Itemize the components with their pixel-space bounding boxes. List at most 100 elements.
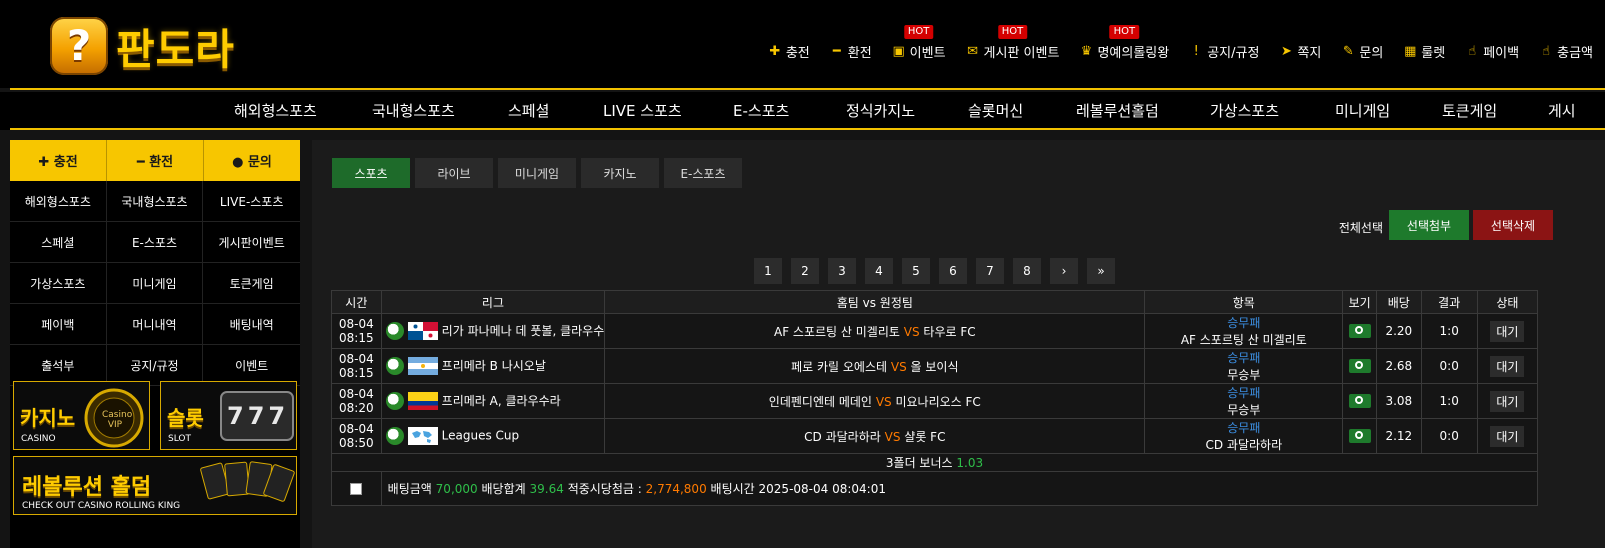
bet-amount-label: 배팅금액: [387, 482, 432, 496]
eye-icon[interactable]: [1348, 359, 1371, 374]
page-button[interactable]: 7: [976, 258, 1004, 284]
eye-icon[interactable]: [1348, 324, 1371, 339]
sidebar-inquiry-button[interactable]: ● 문의: [204, 140, 300, 181]
tab-3[interactable]: 카지노: [581, 158, 659, 188]
sidebar-item-9[interactable]: 페이백: [10, 304, 107, 345]
tab-0[interactable]: 스포츠: [332, 158, 410, 188]
sidebar-item-8[interactable]: 토큰게임: [203, 263, 300, 304]
topnav-item-3[interactable]: ✉ 게시판 이벤트 HOT: [966, 25, 1059, 61]
home-team: CD 과달라하라: [804, 429, 881, 444]
mail-icon: ✉: [967, 44, 978, 59]
mainnav-item-10[interactable]: 토큰게임: [1442, 100, 1497, 121]
sidebar-item-6[interactable]: 가상스포츠: [10, 263, 107, 304]
win-amount-value: 2,774,800: [645, 482, 707, 496]
column-header: 홈팀 vs 원정팀: [604, 290, 1146, 314]
select-all-label[interactable]: 전체선택: [1339, 219, 1383, 236]
page-button[interactable]: 5: [902, 258, 930, 284]
mainnav-item-3[interactable]: LIVE 스포츠: [603, 100, 682, 121]
sidebar-item-5[interactable]: 게시판이벤트: [203, 222, 300, 263]
odds-value: 2.68: [1376, 348, 1422, 384]
topnav-item-0[interactable]: ✚ 충전: [768, 42, 810, 61]
status-badge: 대기: [1490, 425, 1525, 447]
hot-badge: HOT: [1109, 25, 1140, 39]
slot-banner[interactable]: 슬롯 SLOT 777: [160, 381, 297, 450]
sidebar-item-12[interactable]: 출석부: [10, 345, 107, 386]
page-button[interactable]: 2: [791, 258, 819, 284]
sidebar-item-3[interactable]: 스페셜: [10, 222, 107, 263]
top-nav: ✚ 충전 ━ 환전 ▣ 이벤트 HOT ✉ 게시판 이벤트 HOT ♛ 명예의롤링왕 HOT! 공지/규정…: [748, 25, 1593, 61]
sidebar-item-4[interactable]: E-스포츠: [106, 222, 204, 263]
column-header: 보기: [1342, 290, 1378, 314]
sidebar-item-2[interactable]: LIVE-스포츠: [203, 181, 300, 222]
tab-4[interactable]: E-스포츠: [664, 158, 742, 188]
sidebar-deposit-button[interactable]: ✚ 충전: [10, 140, 107, 181]
topnav-item-5[interactable]: ! 공지/규정: [1189, 42, 1260, 61]
site-logo[interactable]: ? 판도라: [50, 16, 235, 76]
home-team: 페로 카릴 오에스테: [791, 359, 888, 374]
odds-total-label: 배당합계: [481, 482, 526, 496]
mainnav-item-8[interactable]: 가상스포츠: [1210, 100, 1279, 121]
match-time-cell: 08-04 08:50: [331, 418, 382, 454]
mainnav-item-7[interactable]: 레볼루션홀덤: [1076, 100, 1159, 121]
sidebar-item-1[interactable]: 국내형스포츠: [106, 181, 204, 222]
mainnav-item-5[interactable]: 정식카지노: [846, 100, 915, 121]
mainnav-item-4[interactable]: E-스포츠: [733, 100, 789, 121]
sidebar-item-11[interactable]: 배팅내역: [203, 304, 300, 345]
sidebar-item-13[interactable]: 공지/규정: [106, 345, 204, 386]
casino-banner[interactable]: 카지노 CASINO Casino VIP: [13, 381, 150, 450]
plus-icon: ✚: [769, 44, 781, 59]
page-button[interactable]: 1: [754, 258, 782, 284]
page-button[interactable]: 4: [865, 258, 893, 284]
mainnav-item-1[interactable]: 국내형스포츠: [372, 100, 455, 121]
mainnav-item-2[interactable]: 스페셜: [508, 100, 549, 121]
minus-icon: ━: [832, 44, 841, 59]
soccer-ball-icon: [385, 427, 404, 445]
eye-icon[interactable]: [1348, 394, 1371, 409]
tab-1[interactable]: 라이브: [415, 158, 493, 188]
sidebar-item-10[interactable]: 머니내역: [106, 304, 204, 345]
sidebar-menu-grid: 해외형스포츠 국내형스포츠 LIVE-스포츠스페셜 E-스포츠 게시판이벤트가상스포츠 미…: [10, 181, 300, 386]
last-page-button[interactable]: »: [1087, 258, 1115, 284]
topnav-item-4[interactable]: ♛ 명예의롤링왕 HOT: [1079, 25, 1170, 61]
sidebar-item-7[interactable]: 미니게임: [106, 263, 204, 304]
topnav-label: 룰렛: [1421, 46, 1446, 61]
mainnav-item-9[interactable]: 미니게임: [1335, 100, 1390, 121]
mainnav-item-11[interactable]: 게시: [1548, 100, 1576, 121]
topnav-item-9[interactable]: ☝ 페이백: [1465, 42, 1519, 61]
topnav-item-10[interactable]: ☝ 충금액: [1539, 42, 1593, 61]
sidebar-item-14[interactable]: 이벤트: [203, 345, 300, 386]
matchup-cell: 인데펜디엔테 메데인 VS 미요나리오스 FC: [604, 383, 1146, 419]
topnav-item-7[interactable]: ✎ 문의: [1341, 42, 1383, 61]
page-button[interactable]: 8: [1013, 258, 1041, 284]
mainnav-item-0[interactable]: 해외형스포츠: [234, 100, 317, 121]
topnav-label: 명예의롤링왕: [1097, 46, 1170, 61]
result-value: 1:0: [1420, 313, 1478, 349]
select-bet-checkbox[interactable]: [350, 483, 363, 495]
casino-banner-title: 카지노: [20, 406, 76, 430]
sidebar-item-0[interactable]: 해외형스포츠: [10, 181, 107, 222]
delete-selected-button[interactable]: 선택삭제: [1473, 210, 1553, 240]
league-name: 리가 파나메나 데 풋볼, 클라우수: [441, 323, 605, 338]
attach-selected-button[interactable]: 선택첨부: [1389, 210, 1469, 240]
slot-777-text: 777: [227, 402, 290, 430]
topnav-item-6[interactable]: ➤ 쪽지: [1279, 42, 1321, 61]
match-time: 08:20: [339, 401, 374, 415]
bet-history-panel: 스포츠 라이브 미니게임 카지노 E-스포츠 전체선택 선택첨부 선택삭제 123456…: [312, 140, 1605, 548]
holdem-banner[interactable]: 레볼루션 홀덤 CHECK OUT CASINO ROLLING KING: [13, 456, 297, 515]
odds-value: 2.12: [1376, 418, 1422, 454]
topnav-item-1[interactable]: ━ 환전: [830, 42, 872, 61]
tab-2[interactable]: 미니게임: [498, 158, 576, 188]
sidebar-withdraw-button[interactable]: ━ 환전: [107, 140, 204, 181]
page-button[interactable]: 6: [939, 258, 967, 284]
edit-icon: ✎: [1342, 44, 1354, 59]
logo-text: 판도라: [116, 24, 235, 74]
next-page-button[interactable]: ›: [1050, 258, 1078, 284]
topnav-item-8[interactable]: ▦ 룰렛: [1403, 42, 1445, 61]
page-button[interactable]: 3: [828, 258, 856, 284]
match-time-cell: 08-04 08:15: [331, 348, 382, 384]
eye-icon[interactable]: [1348, 429, 1371, 444]
topnav-item-2[interactable]: ▣ 이벤트 HOT: [892, 25, 946, 61]
topnav-label: 충전: [785, 46, 810, 61]
topnav-label: 문의: [1359, 46, 1384, 61]
mainnav-item-6[interactable]: 슬롯머신: [968, 100, 1023, 121]
